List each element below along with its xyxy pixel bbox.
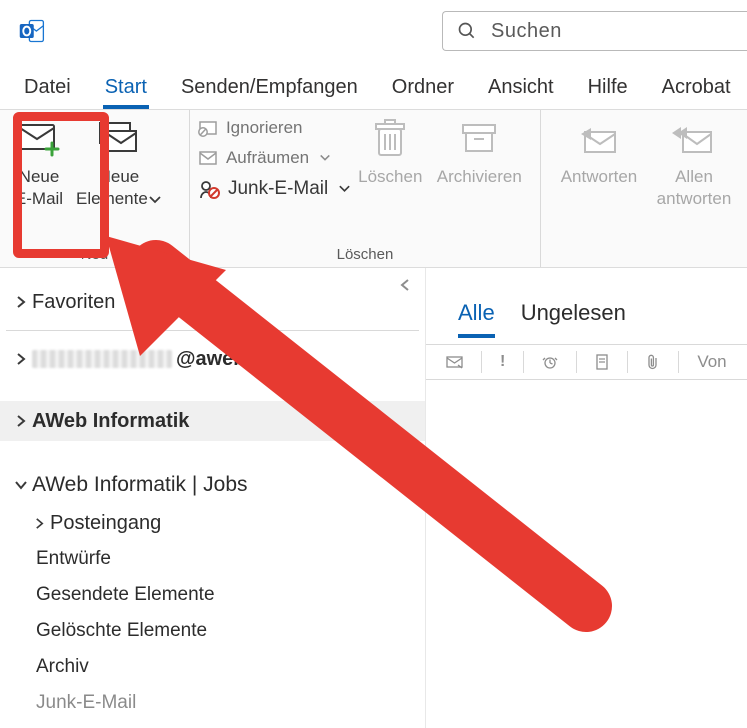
archive-folder-label: Archiv [36, 656, 89, 678]
aweb-informatik-label: AWeb Informatik [32, 410, 189, 433]
chevron-right-icon [12, 295, 30, 309]
account-header[interactable]: @aweb.ch [0, 341, 425, 377]
reply-icon [577, 118, 621, 160]
folder-pane: Favoriten @aweb.ch AWeb Informatik AWeb … [0, 268, 425, 728]
chevron-right-icon [12, 352, 30, 366]
attachment-column-icon[interactable] [646, 354, 660, 371]
tab-ordner[interactable]: Ordner [390, 76, 456, 109]
cleanup-icon [198, 149, 218, 167]
chevron-right-icon [30, 517, 48, 530]
from-column-header[interactable]: Von [697, 352, 726, 372]
reply-all-label1: Allen [675, 166, 713, 188]
message-list-pane: Alle Ungelesen ! Von [425, 268, 747, 728]
new-email-label2: E-Mail [15, 188, 63, 210]
ignore-button[interactable]: Ignorieren [198, 118, 351, 138]
inbox-folder[interactable]: Posteingang [0, 505, 425, 541]
chevron-down-icon [12, 479, 30, 491]
mail-stack-icon [97, 118, 141, 160]
favorites-label: Favoriten [32, 291, 115, 314]
reminder-column-icon[interactable] [542, 354, 558, 370]
reply-button[interactable]: Antworten [549, 112, 649, 188]
junk-folder[interactable]: Junk-E-Mail [0, 685, 425, 721]
archive-icon [459, 118, 499, 160]
archive-label: Archivieren [437, 166, 522, 188]
ribbon-group-loeschen-caption: Löschen [198, 246, 532, 267]
tab-acrobat[interactable]: Acrobat [660, 76, 733, 109]
search-placeholder: Suchen [491, 20, 562, 43]
importance-column-icon[interactable]: ! [500, 353, 505, 371]
new-items-button[interactable]: Neue Elemente [70, 112, 168, 210]
aweb-jobs-label: AWeb Informatik | Jobs [32, 473, 248, 497]
delete-button[interactable]: Löschen [351, 112, 429, 188]
outlook-logo-icon [18, 17, 46, 45]
cleanup-button[interactable]: Aufräumen [198, 148, 351, 168]
inbox-label: Posteingang [50, 512, 161, 535]
junk-icon [198, 179, 220, 199]
junk-label: Junk-E-Mail [228, 178, 328, 200]
new-items-label1: Neue [99, 166, 140, 188]
collapse-pane-icon[interactable] [399, 278, 411, 297]
filter-tab-ungelesen[interactable]: Ungelesen [521, 300, 626, 338]
icon-column-icon[interactable] [595, 354, 609, 370]
delete-label: Löschen [358, 166, 422, 188]
mail-new-icon [17, 118, 61, 160]
junk-folder-label: Junk-E-Mail [36, 692, 136, 714]
search-input[interactable]: Suchen [442, 11, 747, 51]
sent-folder[interactable]: Gesendete Elemente [0, 577, 425, 613]
new-email-button[interactable]: Neue E-Mail [8, 112, 70, 210]
account-redacted [32, 350, 172, 368]
new-items-label2: Elemente [76, 188, 162, 210]
reply-all-button[interactable]: Allen antworten [649, 112, 739, 210]
ribbon-tabstrip: Datei Start Senden/Empfangen Ordner Ansi… [0, 62, 747, 110]
chevron-down-icon [338, 184, 351, 194]
trash-icon [371, 118, 409, 160]
ribbon: Neue E-Mail Neue Elemente [0, 110, 747, 268]
deleted-label: Gelöschte Elemente [36, 620, 207, 642]
drafts-label: Entwürfe [36, 548, 111, 570]
chevron-down-icon [148, 195, 162, 205]
junk-button[interactable]: Junk-E-Mail [198, 178, 351, 200]
search-icon [457, 21, 477, 41]
ribbon-group-neu-caption: Neu [8, 246, 181, 267]
account-suffix: @aweb.ch [176, 348, 274, 371]
chevron-down-icon [319, 153, 331, 163]
filter-tab-alle[interactable]: Alle [458, 300, 495, 338]
reply-all-icon [671, 118, 717, 160]
chevron-right-icon [12, 414, 30, 428]
cleanup-label: Aufräumen [226, 148, 309, 168]
tab-hilfe[interactable]: Hilfe [586, 76, 630, 109]
tab-senden[interactable]: Senden/Empfangen [179, 76, 360, 109]
sent-label: Gesendete Elemente [36, 584, 215, 606]
ignore-icon [198, 119, 218, 137]
aweb-jobs-header[interactable]: AWeb Informatik | Jobs [0, 465, 425, 505]
envelope-column-icon[interactable] [446, 355, 463, 369]
archive-folder[interactable]: Archiv [0, 649, 425, 685]
message-columns-bar: ! Von [426, 344, 747, 380]
drafts-folder[interactable]: Entwürfe [0, 541, 425, 577]
aweb-informatik-header[interactable]: AWeb Informatik [0, 401, 425, 441]
reply-all-label2: antworten [657, 188, 732, 210]
reply-label: Antworten [561, 166, 638, 188]
message-filter-tabs: Alle Ungelesen [426, 300, 747, 338]
ignore-label: Ignorieren [226, 118, 303, 138]
new-email-label1: Neue [19, 166, 60, 188]
favorites-header[interactable]: Favoriten [0, 280, 425, 324]
tab-datei[interactable]: Datei [22, 76, 73, 109]
deleted-folder[interactable]: Gelöschte Elemente [0, 613, 425, 649]
tab-start[interactable]: Start [103, 76, 149, 109]
archive-button[interactable]: Archivieren [429, 112, 529, 188]
tab-ansicht[interactable]: Ansicht [486, 76, 556, 109]
